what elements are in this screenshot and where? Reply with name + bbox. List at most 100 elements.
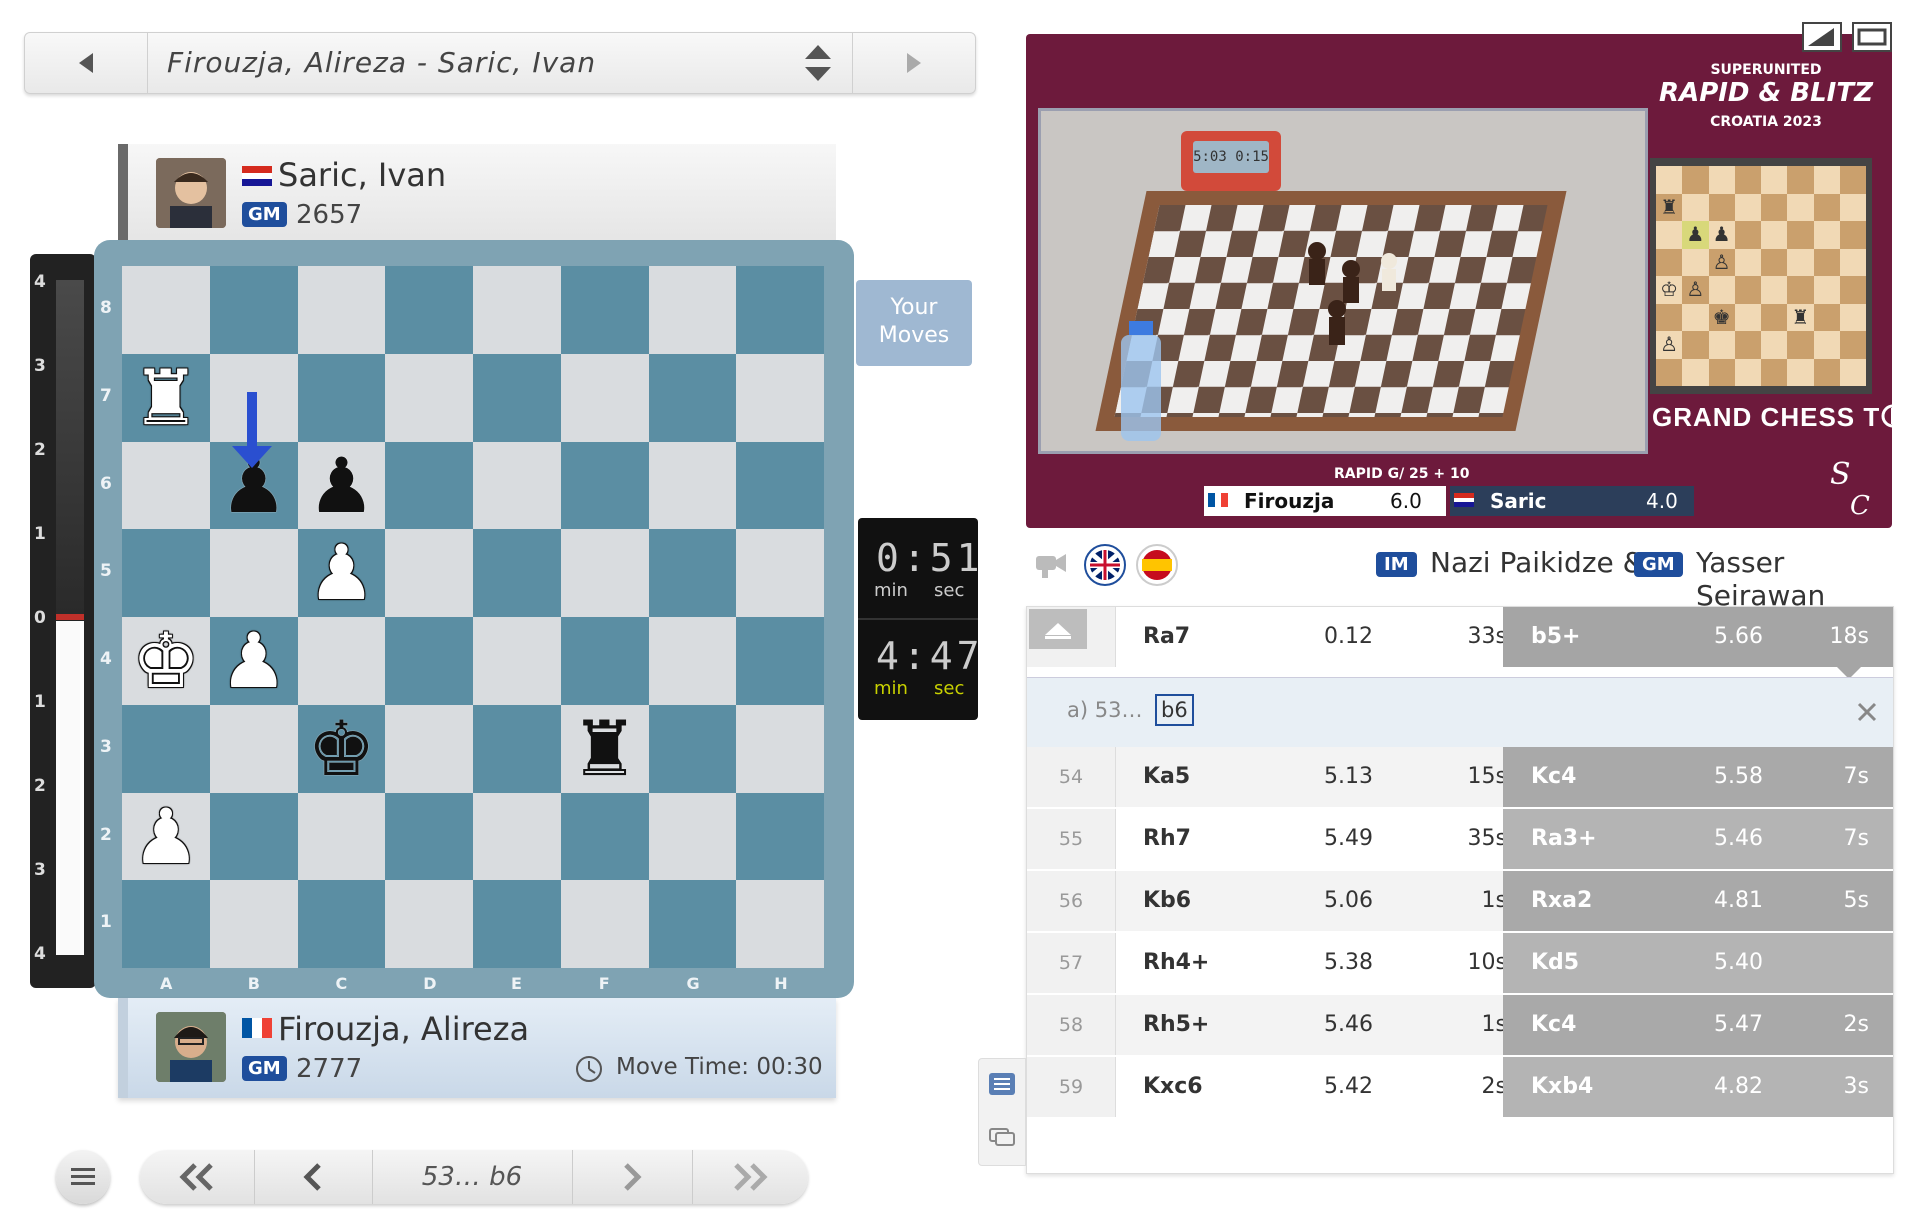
chat-icon[interactable] — [989, 1125, 1015, 1147]
first-move-button[interactable] — [140, 1150, 255, 1204]
menu-button[interactable] — [56, 1150, 110, 1204]
white-move[interactable]: Kb6 — [1143, 871, 1191, 931]
square-c1[interactable] — [297, 880, 386, 968]
prev-game-button[interactable] — [25, 33, 148, 93]
up-down-icon[interactable] — [803, 43, 833, 83]
square-c5[interactable]: ♟ — [297, 529, 386, 617]
english-audio-button[interactable] — [1084, 544, 1126, 586]
square-b4[interactable]: ♟ — [209, 617, 298, 705]
square-f1[interactable] — [560, 880, 649, 968]
close-icon[interactable] — [1857, 702, 1877, 722]
square-f6[interactable] — [560, 441, 649, 530]
square-a2[interactable]: ♟ — [122, 792, 210, 881]
square-f5[interactable] — [560, 529, 649, 617]
square-g3[interactable] — [648, 704, 737, 793]
square-f4[interactable] — [560, 617, 649, 705]
previous-move-button[interactable] — [254, 1150, 373, 1204]
variation-row[interactable]: a) 53… b6 — [1027, 677, 1893, 749]
black-cell[interactable]: Ra3+ 5.46 7s — [1503, 809, 1893, 869]
white-piece[interactable]: ♜ — [122, 354, 210, 442]
square-b2[interactable] — [209, 792, 298, 881]
square-h4[interactable] — [736, 617, 824, 705]
square-g4[interactable] — [648, 617, 737, 705]
square-h3[interactable] — [736, 704, 824, 793]
square-e1[interactable] — [473, 880, 561, 968]
square-d1[interactable] — [385, 880, 473, 968]
white-move[interactable]: Rh4+ — [1143, 933, 1209, 993]
square-a5[interactable] — [122, 529, 210, 617]
next-move-button[interactable] — [572, 1150, 693, 1204]
square-h5[interactable] — [736, 529, 824, 617]
square-c6[interactable]: ♟ — [297, 441, 386, 530]
camera-icon[interactable] — [1032, 548, 1072, 580]
square-f7[interactable] — [560, 353, 649, 442]
video-player[interactable]: 5:03 0:15 SUPERUNITED RAPID & BLITZ CROA… — [1026, 34, 1892, 528]
variation-move[interactable]: b6 — [1155, 694, 1194, 726]
square-c2[interactable] — [297, 792, 386, 881]
black-move[interactable]: Kc4 — [1531, 747, 1576, 807]
next-game-button[interactable] — [852, 33, 975, 93]
square-d7[interactable] — [385, 353, 473, 442]
square-a6[interactable] — [122, 441, 210, 530]
black-piece[interactable]: ♜ — [561, 705, 649, 793]
square-d4[interactable] — [385, 617, 473, 705]
square-c3[interactable]: ♚ — [297, 704, 386, 793]
collapse-up-button[interactable] — [1029, 609, 1087, 649]
square-g2[interactable] — [648, 792, 737, 881]
square-b5[interactable] — [209, 529, 298, 617]
square-d5[interactable] — [385, 529, 473, 617]
your-moves-button[interactable]: Your Moves — [856, 280, 972, 366]
chessboard[interactable]: ♜ ♟ ♟ ♟ ♚ ♟ ♚ ♜ ♟ — [122, 266, 824, 968]
square-b3[interactable] — [209, 704, 298, 793]
square-f2[interactable] — [560, 792, 649, 881]
square-e4[interactable] — [473, 617, 561, 705]
square-c7[interactable] — [297, 353, 386, 442]
square-e8[interactable] — [473, 266, 561, 354]
square-h2[interactable] — [736, 792, 824, 881]
game-selector[interactable]: Firouzja, Alireza - Saric, Ivan — [24, 32, 976, 94]
white-move[interactable]: Kxc6 — [1143, 1057, 1203, 1117]
black-move[interactable]: b5+ — [1531, 607, 1581, 667]
square-h8[interactable] — [736, 266, 824, 354]
white-piece[interactable]: ♟ — [210, 617, 298, 705]
square-c4[interactable] — [297, 617, 386, 705]
square-b8[interactable] — [209, 266, 298, 354]
last-move-button[interactable] — [692, 1150, 808, 1204]
square-g7[interactable] — [648, 353, 737, 442]
square-a3[interactable] — [122, 704, 210, 793]
square-e6[interactable] — [473, 441, 561, 530]
spanish-audio-button[interactable] — [1136, 544, 1178, 586]
white-piece[interactable]: ♚ — [122, 617, 210, 705]
theater-mode-button[interactable] — [1852, 22, 1892, 52]
square-g5[interactable] — [648, 529, 737, 617]
black-move[interactable]: Kd5 — [1531, 933, 1579, 993]
white-piece[interactable]: ♟ — [122, 793, 210, 881]
square-d2[interactable] — [385, 792, 473, 881]
square-d8[interactable] — [385, 266, 473, 354]
black-piece[interactable]: ♚ — [298, 705, 386, 793]
square-h1[interactable] — [736, 880, 824, 968]
square-h7[interactable] — [736, 353, 824, 442]
white-piece[interactable]: ♟ — [298, 529, 386, 617]
square-f8[interactable] — [560, 266, 649, 354]
black-move[interactable]: Ra3+ — [1531, 809, 1597, 869]
square-d6[interactable] — [385, 441, 473, 530]
black-cell[interactable]: Kd5 5.40 — [1503, 933, 1893, 993]
square-g1[interactable] — [648, 880, 737, 968]
square-a1[interactable] — [122, 880, 210, 968]
black-cell[interactable]: Rxa2 4.81 5s — [1503, 871, 1893, 931]
black-move[interactable]: Kxb4 — [1531, 1057, 1593, 1117]
square-g6[interactable] — [648, 441, 737, 530]
black-move[interactable]: Kc4 — [1531, 995, 1576, 1055]
square-d3[interactable] — [385, 704, 473, 793]
square-e7[interactable] — [473, 353, 561, 442]
square-g8[interactable] — [648, 266, 737, 354]
square-h6[interactable] — [736, 441, 824, 530]
white-move[interactable]: Rh5+ — [1143, 995, 1209, 1055]
black-cell[interactable]: b5+ 5.66 18s — [1503, 607, 1893, 667]
white-move[interactable]: Ra7 — [1143, 607, 1190, 667]
square-f3[interactable]: ♜ — [560, 704, 649, 793]
black-piece[interactable]: ♟ — [298, 442, 386, 530]
square-a4[interactable]: ♚ — [122, 617, 210, 705]
square-b1[interactable] — [209, 880, 298, 968]
